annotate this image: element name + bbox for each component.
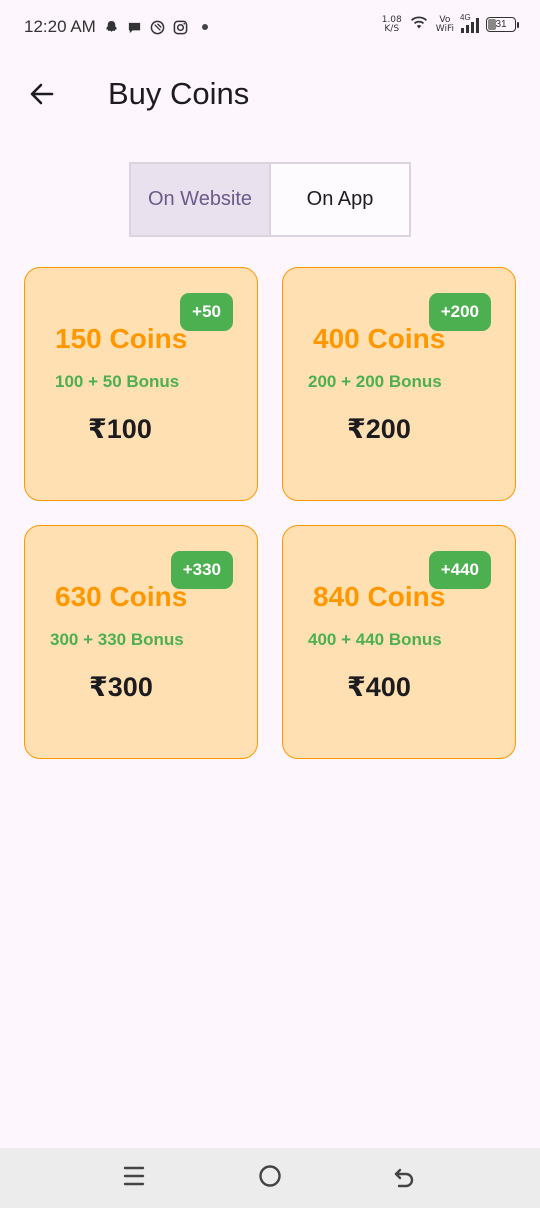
package-price: ₹300 (89, 672, 153, 702)
coins-amount: 400 Coins (313, 323, 446, 354)
coin-package-grid: +50 150 Coins 100 + 50 Bonus ₹100 +200 4… (24, 267, 516, 759)
net-speed-unit: K/S (384, 23, 400, 34)
bonus-breakdown: 400 + 440 Bonus (308, 630, 442, 649)
vowifi-bottom: WiFi (435, 23, 454, 34)
package-price: ₹200 (347, 414, 411, 444)
undo-arrow-icon (392, 1164, 416, 1193)
coins-amount: 630 Coins (55, 581, 188, 612)
package-price: ₹400 (347, 672, 411, 702)
arrow-left-icon (28, 80, 56, 113)
bonus-breakdown: 200 + 200 Bonus (308, 372, 442, 391)
coins-amount: 840 Coins (313, 581, 446, 612)
status-bar: 12:20 AM 1.08 K/S Vo WiFi 4G 31 (0, 0, 540, 54)
coin-package-card[interactable]: +50 150 Coins 100 + 50 Bonus ₹100 (24, 267, 258, 501)
status-time: 12:20 AM (24, 17, 96, 36)
coin-package-card[interactable]: +440 840 Coins 400 + 440 Bonus ₹400 (282, 525, 516, 759)
back-button[interactable] (22, 76, 62, 116)
coin-package-card[interactable]: +330 630 Coins 300 + 330 Bonus ₹300 (24, 525, 258, 759)
coins-amount: 150 Coins (55, 323, 188, 354)
net-speed: 1.08 K/S (382, 15, 402, 34)
more-notifications-dot (201, 24, 208, 30)
purchase-source-toggle: On Website On App (129, 162, 411, 237)
system-back-button[interactable] (390, 1164, 418, 1192)
network-type: 4G (460, 12, 471, 22)
coin-package-card[interactable]: +200 400 Coins 200 + 200 Bonus ₹200 (282, 267, 516, 501)
wifi-icon (409, 14, 429, 35)
signal-strength-icon: 4G (460, 13, 479, 33)
battery-level: 31 (495, 19, 507, 30)
instagram-icon (173, 20, 188, 35)
home-button[interactable] (256, 1164, 284, 1192)
circle-icon (258, 1164, 282, 1193)
chat-bubble-icon (127, 20, 142, 35)
battery-icon: 31 (486, 17, 519, 32)
menu-lines-icon (122, 1164, 146, 1193)
bonus-breakdown: 100 + 50 Bonus (55, 372, 180, 391)
tab-on-website[interactable]: On Website (131, 164, 271, 235)
package-price: ₹100 (88, 414, 152, 444)
vowifi-indicator: Vo WiFi (435, 15, 454, 34)
tab-on-app[interactable]: On App (271, 164, 409, 235)
page-title: Buy Coins (108, 76, 250, 111)
system-nav-bar (0, 1148, 540, 1208)
recents-button[interactable] (120, 1164, 148, 1192)
app-badge-icon (150, 20, 165, 35)
bonus-breakdown: 300 + 330 Bonus (50, 630, 184, 649)
snapchat-icon (104, 20, 119, 35)
app-bar: Buy Coins (0, 54, 540, 138)
